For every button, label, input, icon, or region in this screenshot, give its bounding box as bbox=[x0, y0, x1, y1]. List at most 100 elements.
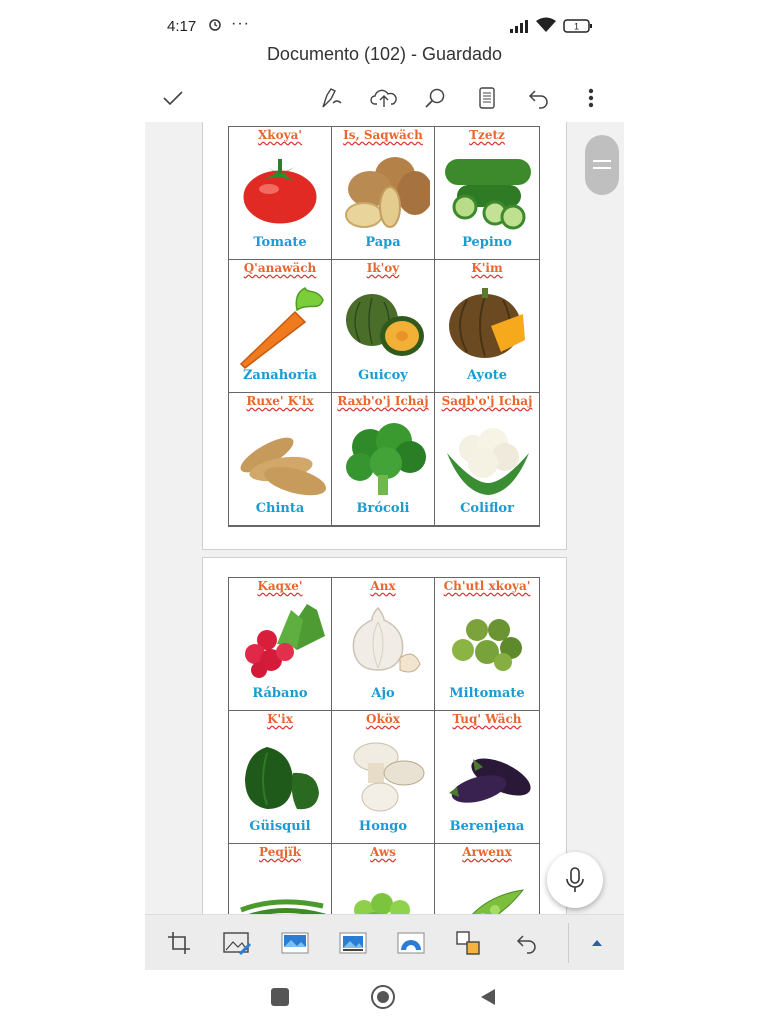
vegetable-table-1: Xkoya' Tomate Is, Saqwäch Papa Tzetz Pep… bbox=[228, 126, 540, 527]
broccoli-image bbox=[346, 423, 426, 495]
green-beans-image bbox=[240, 899, 326, 914]
spanish-label: Papa bbox=[365, 235, 401, 250]
picture-style-2-icon[interactable] bbox=[337, 927, 369, 959]
table-cell-hongo: Oköx Hongo bbox=[332, 711, 435, 844]
table-cell-peas: Arwenx bbox=[435, 844, 539, 914]
kaqchikel-label: Tuq' Wäch bbox=[452, 712, 522, 726]
kaqchikel-label: Raxb'o'j Ichaj bbox=[337, 394, 429, 408]
spanish-label: Ayote bbox=[466, 368, 508, 383]
undo-icon[interactable] bbox=[523, 82, 555, 114]
system-nav-bar bbox=[145, 970, 624, 1024]
fava-beans-image bbox=[354, 893, 410, 914]
dictation-mic-button[interactable] bbox=[547, 852, 603, 908]
cauliflower-image bbox=[447, 428, 529, 495]
garlic-image bbox=[352, 606, 421, 673]
table-cell-green-beans: Peqjïk bbox=[229, 844, 332, 914]
kaqchikel-label: Ruxe' K'ix bbox=[246, 394, 314, 408]
phone-screen: 4:17 ··· 1 Documento (102) - Guardado Xk… bbox=[145, 0, 624, 1024]
table-cell-tomato: Xkoya' Tomate bbox=[229, 127, 332, 260]
table-cell-fava-beans: Aws bbox=[332, 844, 435, 914]
mushroom-image bbox=[353, 742, 425, 812]
table-cell-guicoy: Ik'oy Guicoy bbox=[332, 260, 435, 393]
spanish-label: Brócoli bbox=[356, 501, 410, 516]
document-canvas[interactable]: Xkoya' Tomate Is, Saqwäch Papa Tzetz Pep… bbox=[145, 122, 624, 914]
cucumber-image bbox=[445, 159, 531, 230]
tomato-image bbox=[240, 159, 320, 227]
spanish-label: Guicoy bbox=[358, 368, 408, 383]
picture-style-1-icon[interactable] bbox=[279, 927, 311, 959]
kaqchikel-label: Xkoya' bbox=[257, 128, 303, 142]
table-cell-eggplant: Tuq' Wäch Berenjena bbox=[435, 711, 539, 844]
table-cell-ayote: K'im Ayote bbox=[435, 260, 539, 393]
more-options-icon[interactable] bbox=[575, 82, 607, 114]
kaqchikel-label: Ch'utl xkoya' bbox=[443, 579, 531, 593]
table-cell-cauliflower: Saqb'o'j Ichaj Coliflor bbox=[435, 393, 539, 526]
mobile-view-icon[interactable] bbox=[471, 82, 503, 114]
kaqchikel-label: Is, Saqwäch bbox=[343, 128, 423, 142]
chayote-image bbox=[245, 747, 319, 810]
spanish-label: Güisquil bbox=[249, 819, 311, 834]
home-button[interactable] bbox=[371, 985, 395, 1009]
microphone-icon bbox=[566, 867, 584, 892]
more-notifications-icon: ··· bbox=[231, 15, 250, 32]
miltomate-image bbox=[452, 619, 522, 671]
back-button[interactable] bbox=[479, 987, 497, 1012]
carrot-image bbox=[239, 286, 324, 369]
recents-button[interactable] bbox=[271, 988, 289, 1006]
search-icon[interactable] bbox=[419, 82, 451, 114]
wifi-icon bbox=[536, 17, 556, 37]
spanish-label: Ajo bbox=[371, 686, 395, 701]
table-cell-potato: Is, Saqwäch Papa bbox=[332, 127, 435, 260]
kaqchikel-label: K'ix bbox=[267, 712, 293, 726]
kaqchikel-label: Anx bbox=[370, 579, 396, 593]
battery-level: 1 bbox=[574, 22, 579, 32]
signal-icon bbox=[510, 19, 532, 37]
undo-icon[interactable] bbox=[511, 927, 543, 959]
kaqchikel-label: Q'anawäch bbox=[243, 261, 317, 275]
document-page-1: Xkoya' Tomate Is, Saqwäch Papa Tzetz Pep… bbox=[202, 122, 567, 550]
status-time: 4:17 bbox=[167, 18, 197, 35]
scroll-thumb[interactable] bbox=[585, 135, 619, 195]
table-cell-chinta: Ruxe' K'ix Chinta bbox=[229, 393, 332, 526]
battery-icon: 1 bbox=[563, 19, 593, 37]
radish-image bbox=[245, 604, 325, 678]
kaqchikel-label: Saqb'o'j Ichaj bbox=[441, 394, 533, 408]
pen-icon[interactable] bbox=[316, 82, 348, 114]
kaqchikel-label: K'im bbox=[471, 261, 503, 275]
vegetable-table-2: Kaqxe' Rábano Anx Ajo Ch'utl xkoya' Milt… bbox=[228, 577, 540, 914]
picture-toolbar bbox=[145, 914, 624, 970]
kaqchikel-label: Ik'oy bbox=[366, 261, 400, 275]
top-toolbar bbox=[145, 78, 624, 118]
spanish-label: Zanahoria bbox=[242, 368, 318, 383]
pumpkin-image bbox=[449, 288, 525, 358]
table-cell-guisquil: K'ix Güisquil bbox=[229, 711, 332, 844]
table-cell-radish: Kaqxe' Rábano bbox=[229, 578, 332, 711]
table-cell-cucumber: Tzetz Pepino bbox=[435, 127, 539, 260]
toolbar-divider bbox=[568, 923, 569, 963]
kaqchikel-label: Oköx bbox=[366, 712, 400, 726]
spanish-label: Berenjena bbox=[449, 819, 525, 834]
kaqchikel-label: Arwenx bbox=[462, 845, 512, 859]
crop-icon[interactable] bbox=[163, 927, 195, 959]
spanish-label: Hongo bbox=[358, 819, 408, 834]
spanish-label: Tomate bbox=[253, 235, 307, 250]
arrange-icon[interactable] bbox=[453, 927, 485, 959]
cloud-upload-icon[interactable] bbox=[368, 82, 400, 114]
document-title: Documento (102) - Guardado bbox=[266, 44, 503, 64]
table-cell-carrot: Q'anawäch Zanahoria bbox=[229, 260, 332, 393]
kaqchikel-label: Aws bbox=[370, 845, 396, 859]
kaqchikel-label: Tzetz bbox=[469, 128, 505, 142]
picture-style-3-icon[interactable] bbox=[395, 927, 427, 959]
kaqchikel-label: Kaqxe' bbox=[257, 579, 303, 593]
potato-image bbox=[345, 157, 430, 228]
table-cell-miltomate: Ch'utl xkoya' Miltomate bbox=[435, 578, 539, 711]
peas-image bbox=[472, 889, 525, 914]
spanish-label: Rábano bbox=[252, 686, 308, 701]
checkmark-icon[interactable] bbox=[157, 82, 189, 114]
image-edit-icon[interactable] bbox=[221, 927, 253, 959]
spanish-label: Pepino bbox=[462, 235, 512, 250]
eggplant-image bbox=[449, 758, 531, 803]
expand-toolbar-icon[interactable] bbox=[581, 927, 613, 959]
table-cell-garlic: Anx Ajo bbox=[332, 578, 435, 711]
spanish-label: Coliflor bbox=[460, 501, 514, 516]
